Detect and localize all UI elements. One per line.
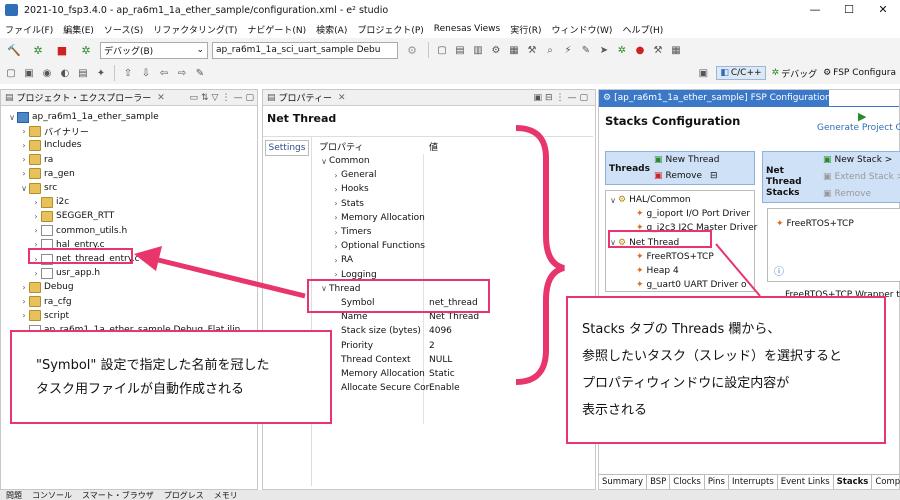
callout-symbol-text: "Symbol" 設定で指定した名前を冠した タスク用ファイルが自動作成される [36,358,270,397]
callout-line-3: プロパティウィンドウに設定内容が [582,376,790,391]
callout-line-2: 参照したいタスク（スレッド）を選択すると [582,349,843,364]
callout-line-4: 表示される [582,403,648,418]
callout-symbol-note: "Symbol" 設定で指定した名前を冠した タスク用ファイルが自動作成される [10,330,332,424]
callout-stacks-note: Stacks タブの Threads 欄から、 参照したいタスク（スレッド）を選… [566,296,886,444]
problems-tab[interactable]: 問題 [6,490,22,500]
arrow-shaft [149,255,306,299]
smart-browser-tab[interactable]: スマート・ブラウザ [82,490,154,500]
callout-line-1: Stacks タブの Threads 欄から、 [582,322,781,337]
brace-right [515,125,565,385]
console-tab[interactable]: コンソール [32,490,72,500]
memory-tab[interactable]: メモリ [214,490,238,500]
arrow-head [134,246,162,271]
progress-tab[interactable]: プログレス [164,490,204,500]
callout-stacks-text: Stacks タブの Threads 欄から、 参照したいタスク（スレッド）を選… [582,316,842,424]
connector-net-thread [715,243,761,297]
bottom-view-bar: 問題 コンソール スマート・ブラウザ プログレス メモリ [0,490,900,500]
